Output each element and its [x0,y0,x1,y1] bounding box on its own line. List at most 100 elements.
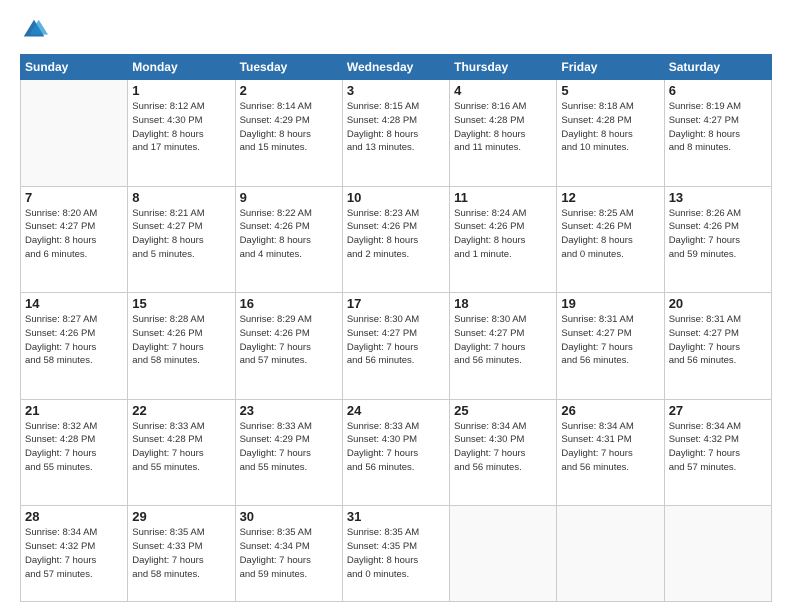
calendar-week-row: 21Sunrise: 8:32 AMSunset: 4:28 PMDayligh… [21,399,772,506]
day-info: Sunrise: 8:19 AMSunset: 4:27 PMDaylight:… [669,100,767,155]
day-number: 30 [240,509,338,524]
weekday-header-saturday: Saturday [664,55,771,80]
calendar-cell: 23 Sunrise: 8:33 AMSunset: 4:29 PMDayligh… [235,399,342,506]
weekday-header-thursday: Thursday [450,55,557,80]
calendar-cell: 4 Sunrise: 8:16 AMSunset: 4:28 PMDaylight… [450,80,557,187]
calendar-cell: 9 Sunrise: 8:22 AMSunset: 4:26 PMDaylight… [235,186,342,293]
page: SundayMondayTuesdayWednesdayThursdayFrid… [0,0,792,612]
calendar-cell: 31 Sunrise: 8:35 AMSunset: 4:35 PMDayligh… [342,506,449,602]
weekday-header-friday: Friday [557,55,664,80]
calendar-cell: 25 Sunrise: 8:34 AMSunset: 4:30 PMDayligh… [450,399,557,506]
day-info: Sunrise: 8:22 AMSunset: 4:26 PMDaylight:… [240,207,338,262]
day-number: 11 [454,190,552,205]
day-number: 4 [454,83,552,98]
calendar-cell: 2 Sunrise: 8:14 AMSunset: 4:29 PMDaylight… [235,80,342,187]
day-number: 3 [347,83,445,98]
calendar-cell: 3 Sunrise: 8:15 AMSunset: 4:28 PMDaylight… [342,80,449,187]
day-number: 7 [25,190,123,205]
calendar-cell: 17Sunrise: 8:30 AMSunset: 4:27 PMDayligh… [342,293,449,400]
day-info: Sunrise: 8:30 AMSunset: 4:27 PMDaylight:… [454,313,552,368]
day-number: 23 [240,403,338,418]
day-info: Sunrise: 8:28 AMSunset: 4:26 PMDaylight:… [132,313,230,368]
day-number: 6 [669,83,767,98]
day-number: 21 [25,403,123,418]
day-number: 27 [669,403,767,418]
calendar-cell: 1 Sunrise: 8:12 AMSunset: 4:30 PMDaylight… [128,80,235,187]
day-info: Sunrise: 8:12 AMSunset: 4:30 PMDaylight:… [132,100,230,155]
calendar-cell: 27 Sunrise: 8:34 AMSunset: 4:32 PMDayligh… [664,399,771,506]
day-info: Sunrise: 8:23 AMSunset: 4:26 PMDaylight:… [347,207,445,262]
day-info: Sunrise: 8:16 AMSunset: 4:28 PMDaylight:… [454,100,552,155]
calendar-cell: 21Sunrise: 8:32 AMSunset: 4:28 PMDayligh… [21,399,128,506]
calendar-cell: 6 Sunrise: 8:19 AMSunset: 4:27 PMDaylight… [664,80,771,187]
day-info: Sunrise: 8:34 AMSunset: 4:31 PMDaylight:… [561,420,659,475]
calendar-cell: 15 Sunrise: 8:28 AMSunset: 4:26 PMDayligh… [128,293,235,400]
logo [20,16,52,44]
day-number: 18 [454,296,552,311]
weekday-header-wednesday: Wednesday [342,55,449,80]
calendar-cell: 18 Sunrise: 8:30 AMSunset: 4:27 PMDayligh… [450,293,557,400]
calendar-cell: 29 Sunrise: 8:35 AMSunset: 4:33 PMDayligh… [128,506,235,602]
day-info: Sunrise: 8:27 AMSunset: 4:26 PMDaylight:… [25,313,123,368]
day-number: 14 [25,296,123,311]
day-info: Sunrise: 8:34 AMSunset: 4:30 PMDaylight:… [454,420,552,475]
day-info: Sunrise: 8:35 AMSunset: 4:34 PMDaylight:… [240,526,338,581]
day-number: 13 [669,190,767,205]
day-number: 2 [240,83,338,98]
day-number: 12 [561,190,659,205]
calendar-cell: 7 Sunrise: 8:20 AMSunset: 4:27 PMDaylight… [21,186,128,293]
day-number: 22 [132,403,230,418]
day-info: Sunrise: 8:31 AMSunset: 4:27 PMDaylight:… [669,313,767,368]
day-info: Sunrise: 8:18 AMSunset: 4:28 PMDaylight:… [561,100,659,155]
day-number: 29 [132,509,230,524]
day-number: 8 [132,190,230,205]
calendar-cell [664,506,771,602]
weekday-header-tuesday: Tuesday [235,55,342,80]
day-number: 16 [240,296,338,311]
day-info: Sunrise: 8:33 AMSunset: 4:29 PMDaylight:… [240,420,338,475]
calendar-cell: 26 Sunrise: 8:34 AMSunset: 4:31 PMDayligh… [557,399,664,506]
calendar-cell: 14 Sunrise: 8:27 AMSunset: 4:26 PMDayligh… [21,293,128,400]
day-info: Sunrise: 8:33 AMSunset: 4:30 PMDaylight:… [347,420,445,475]
day-info: Sunrise: 8:20 AMSunset: 4:27 PMDaylight:… [25,207,123,262]
calendar-week-row: 1 Sunrise: 8:12 AMSunset: 4:30 PMDaylight… [21,80,772,187]
calendar-cell: 24 Sunrise: 8:33 AMSunset: 4:30 PMDayligh… [342,399,449,506]
day-info: Sunrise: 8:15 AMSunset: 4:28 PMDaylight:… [347,100,445,155]
day-number: 9 [240,190,338,205]
calendar-cell: 5Sunrise: 8:18 AMSunset: 4:28 PMDaylight… [557,80,664,187]
calendar-cell: 30 Sunrise: 8:35 AMSunset: 4:34 PMDayligh… [235,506,342,602]
day-info: Sunrise: 8:31 AMSunset: 4:27 PMDaylight:… [561,313,659,368]
calendar-cell: 22Sunrise: 8:33 AMSunset: 4:28 PMDayligh… [128,399,235,506]
day-info: Sunrise: 8:35 AMSunset: 4:35 PMDaylight:… [347,526,445,581]
day-info: Sunrise: 8:35 AMSunset: 4:33 PMDaylight:… [132,526,230,581]
calendar-cell: 8Sunrise: 8:21 AMSunset: 4:27 PMDaylight… [128,186,235,293]
calendar-cell: 19 Sunrise: 8:31 AMSunset: 4:27 PMDayligh… [557,293,664,400]
calendar-cell: 20 Sunrise: 8:31 AMSunset: 4:27 PMDayligh… [664,293,771,400]
weekday-header-monday: Monday [128,55,235,80]
day-number: 24 [347,403,445,418]
calendar-week-row: 7 Sunrise: 8:20 AMSunset: 4:27 PMDaylight… [21,186,772,293]
calendar-cell [21,80,128,187]
calendar-table: SundayMondayTuesdayWednesdayThursdayFrid… [20,54,772,602]
calendar-week-row: 14 Sunrise: 8:27 AMSunset: 4:26 PMDayligh… [21,293,772,400]
day-number: 28 [25,509,123,524]
day-number: 1 [132,83,230,98]
day-number: 19 [561,296,659,311]
day-number: 25 [454,403,552,418]
day-info: Sunrise: 8:25 AMSunset: 4:26 PMDaylight:… [561,207,659,262]
day-info: Sunrise: 8:34 AMSunset: 4:32 PMDaylight:… [669,420,767,475]
calendar-cell [450,506,557,602]
calendar-cell: 12 Sunrise: 8:25 AMSunset: 4:26 PMDayligh… [557,186,664,293]
day-number: 31 [347,509,445,524]
day-info: Sunrise: 8:14 AMSunset: 4:29 PMDaylight:… [240,100,338,155]
calendar-cell: 10Sunrise: 8:23 AMSunset: 4:26 PMDayligh… [342,186,449,293]
day-info: Sunrise: 8:34 AMSunset: 4:32 PMDaylight:… [25,526,123,581]
calendar-cell: 28 Sunrise: 8:34 AMSunset: 4:32 PMDayligh… [21,506,128,602]
header [20,16,772,44]
day-info: Sunrise: 8:24 AMSunset: 4:26 PMDaylight:… [454,207,552,262]
calendar-week-row: 28 Sunrise: 8:34 AMSunset: 4:32 PMDayligh… [21,506,772,602]
day-number: 15 [132,296,230,311]
day-number: 26 [561,403,659,418]
calendar-cell: 13Sunrise: 8:26 AMSunset: 4:26 PMDayligh… [664,186,771,293]
day-number: 20 [669,296,767,311]
